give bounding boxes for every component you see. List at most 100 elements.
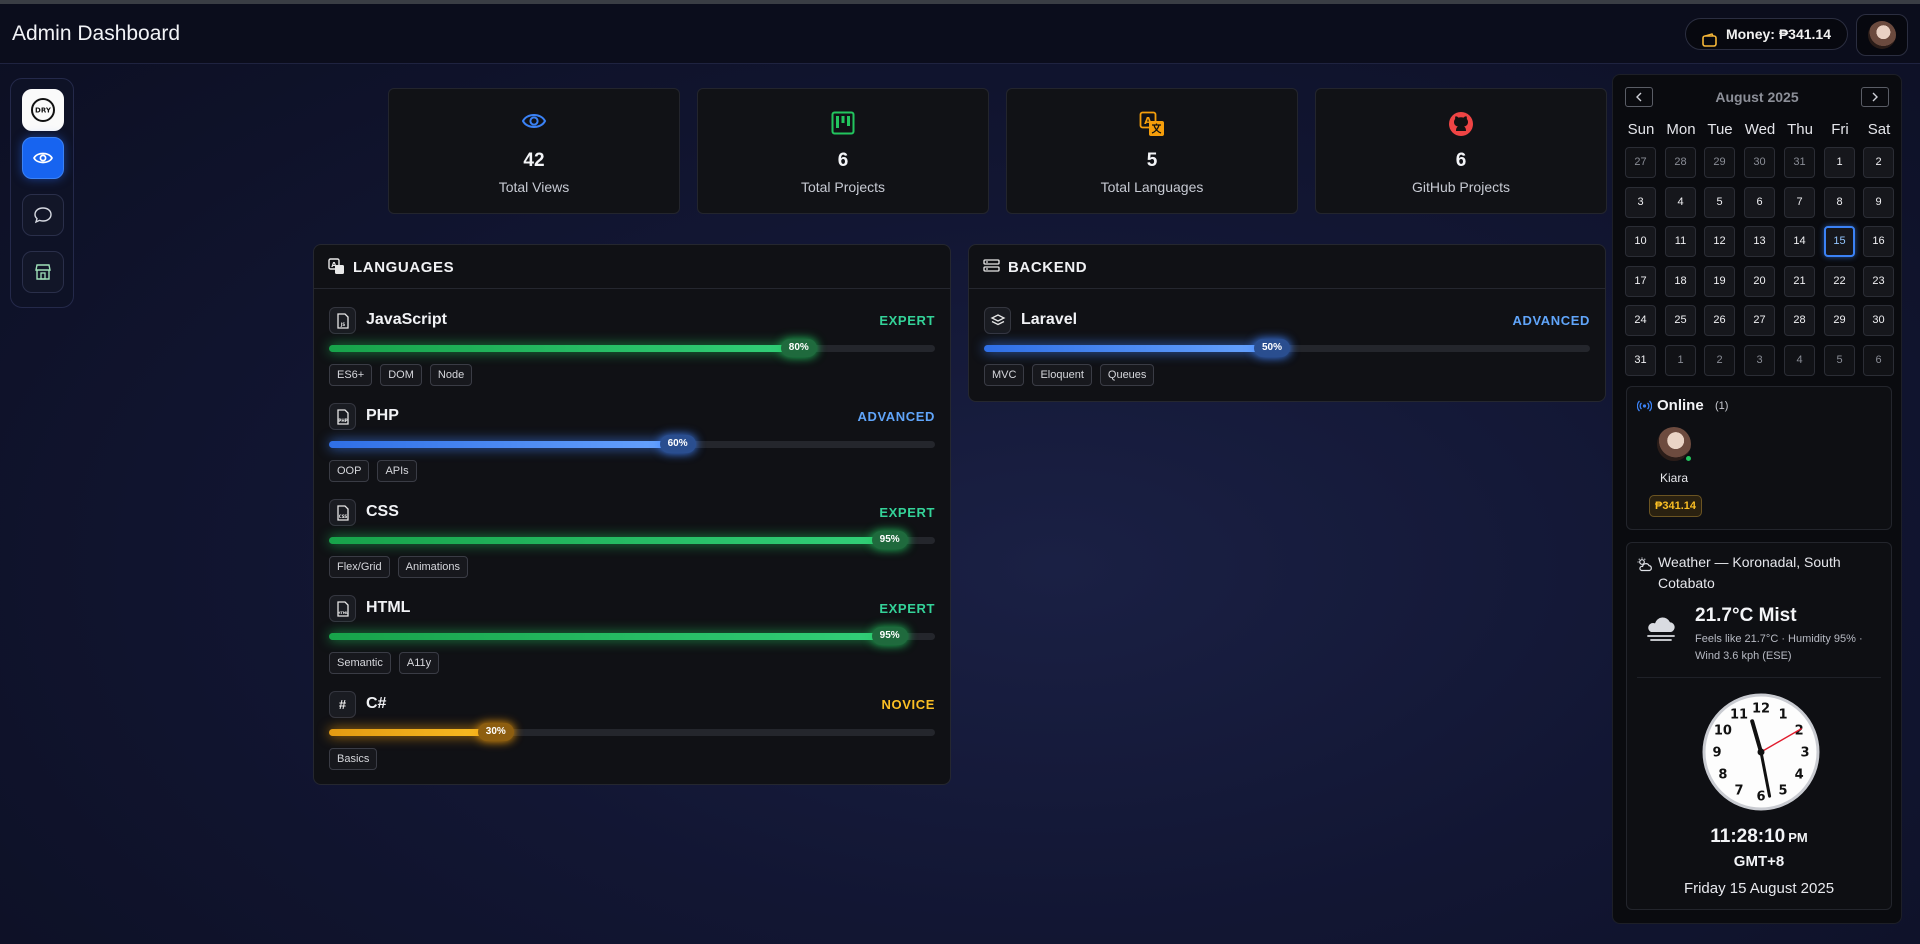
calendar-day[interactable]: 13 — [1744, 226, 1775, 257]
calendar-day[interactable]: 28 — [1665, 147, 1696, 178]
calendar-day[interactable]: 29 — [1704, 147, 1735, 178]
calendar-day[interactable]: 18 — [1665, 265, 1696, 297]
calendar-weekday: Tue — [1707, 121, 1733, 138]
skill-level: EXPERT — [879, 313, 935, 328]
calendar-day[interactable]: 24 — [1625, 305, 1656, 336]
calendar-day[interactable]: 27 — [1744, 305, 1775, 336]
calendar-day[interactable]: 4 — [1784, 344, 1815, 376]
languages-panel-header: A LANGUAGES — [314, 245, 950, 289]
skill-level: NOVICE — [881, 697, 935, 712]
calendar-day[interactable]: 26 — [1704, 305, 1735, 336]
calendar-day[interactable]: 8 — [1824, 186, 1855, 218]
calendar-day[interactable]: 1 — [1665, 344, 1696, 376]
page-title: Admin Dashboard — [12, 22, 181, 45]
skill-tag: DOM — [380, 364, 422, 386]
calendar-day[interactable]: 14 — [1784, 226, 1815, 257]
clock-number: 7 — [1734, 784, 1743, 799]
skill-progress-track: 95% — [329, 627, 935, 645]
calendar-weekday: Sun — [1627, 121, 1655, 138]
stat-value: 5 — [1146, 150, 1158, 171]
calendar-day[interactable]: 7 — [1784, 186, 1815, 218]
online-user-money-badge: ₱341.14 — [1649, 495, 1702, 517]
calendar-day[interactable]: 2 — [1863, 147, 1894, 178]
skill-progress-fill — [329, 345, 814, 352]
clock-number: 11 — [1730, 707, 1748, 722]
backend-panel: BACKEND Laravel ADVANCED 50% MVC Eloquen… — [968, 244, 1606, 402]
calendar-day[interactable]: 28 — [1784, 305, 1815, 336]
calendar-day[interactable]: 6 — [1744, 186, 1775, 218]
calendar-day[interactable]: 3 — [1625, 186, 1656, 218]
skill-tag: OOP — [329, 460, 370, 482]
skill-php: PHP PHP ADVANCED 60% OOP APIs — [329, 403, 935, 495]
calendar-day[interactable]: 21 — [1784, 265, 1815, 297]
cloud-sun-icon — [1637, 557, 1653, 577]
eye-icon — [33, 152, 53, 164]
sidebar-item-store[interactable] — [22, 251, 64, 293]
calendar-day[interactable]: 10 — [1625, 226, 1656, 257]
sidebar-logo[interactable]: DRY — [22, 89, 64, 131]
calendar-day[interactable]: 15 — [1824, 226, 1855, 257]
translate-icon: A — [328, 258, 345, 280]
skill-progress-fill — [329, 537, 905, 544]
clock-number: 2 — [1795, 724, 1804, 739]
profile-avatar-button[interactable] — [1856, 14, 1908, 56]
calendar-day[interactable]: 22 — [1824, 265, 1855, 297]
calendar-day[interactable]: 3 — [1744, 344, 1775, 376]
stat-label: Total Languages — [1100, 179, 1204, 195]
skill-tag: Eloquent — [1032, 364, 1092, 386]
calendar-day[interactable]: 5 — [1704, 186, 1735, 218]
backend-panel-header: BACKEND — [969, 245, 1605, 289]
svg-text:HTML: HTML — [337, 611, 349, 615]
calendar-day[interactable]: 30 — [1863, 305, 1894, 336]
translate-icon: A — [1139, 111, 1164, 136]
calendar-day[interactable]: 1 — [1824, 147, 1855, 178]
calendar-day[interactable]: 29 — [1824, 305, 1855, 336]
skill-name: C# — [366, 695, 387, 712]
skill-tag: APIs — [377, 460, 417, 482]
stat-label: Total Views — [498, 179, 570, 195]
calendar-day[interactable]: 16 — [1863, 226, 1894, 257]
skill-progress-percent: 80% — [780, 339, 817, 357]
skill-tags: ES6+ DOM Node — [329, 364, 473, 386]
skill-name: HTML — [366, 599, 411, 616]
calendar-day[interactable]: 17 — [1625, 265, 1656, 297]
clock-number: 3 — [1800, 746, 1809, 761]
calendar-day[interactable]: 5 — [1824, 344, 1855, 376]
svg-text:DRY: DRY — [35, 107, 52, 115]
calendar-day[interactable]: 19 — [1704, 265, 1735, 297]
calendar-day[interactable]: 11 — [1665, 226, 1696, 257]
clock-number: 10 — [1714, 724, 1732, 739]
right-sidebar: August 2025 Sun Mon Tue Wed Thu Fri Sat 27 28 29 3… — [1612, 74, 1902, 924]
online-title: Online — [1657, 397, 1704, 414]
money-badge[interactable]: Money: ₱341.14 — [1684, 18, 1848, 50]
file-css-icon: CSS — [329, 499, 356, 526]
calendar-day[interactable]: 31 — [1784, 147, 1815, 178]
calendar-day[interactable]: 6 — [1863, 344, 1894, 376]
calendar-day[interactable]: 9 — [1863, 186, 1894, 218]
stat-card-github: 6 GitHub Projects — [1315, 88, 1607, 214]
calendar-day[interactable]: 2 — [1704, 344, 1735, 376]
eye-icon — [521, 114, 547, 128]
calendar-day[interactable]: 31 — [1625, 344, 1656, 376]
avatar — [1868, 21, 1896, 49]
calendar-day[interactable]: 27 — [1625, 147, 1656, 178]
sidebar-item-views[interactable] — [22, 137, 64, 179]
skill-css: CSS CSS EXPERT 95% Flex/Grid Animations — [329, 499, 935, 591]
calendar-day[interactable]: 4 — [1665, 186, 1696, 218]
weather-title: Weather — Koronadal, South Cotabato — [1658, 554, 1841, 591]
calendar-day[interactable]: 12 — [1704, 226, 1735, 257]
skill-name: Laravel — [1021, 311, 1078, 328]
svg-text:PHP: PHP — [338, 418, 347, 423]
stat-value: 6 — [837, 150, 849, 171]
analog-clock: 12 12 3 45678 9 10 11 — [1702, 693, 1820, 811]
skill-level: ADVANCED — [1512, 313, 1590, 328]
github-icon — [1449, 112, 1473, 136]
calendar-day[interactable]: 20 — [1744, 265, 1775, 297]
calendar-day[interactable]: 23 — [1863, 265, 1894, 297]
calendar-day[interactable]: 25 — [1665, 305, 1696, 336]
calendar-day[interactable]: 30 — [1744, 147, 1775, 178]
calendar-next-button[interactable] — [1861, 87, 1889, 107]
sidebar-item-messages[interactable] — [22, 194, 64, 236]
broadcast-icon — [1636, 399, 1653, 418]
skill-progress-track: 80% — [329, 339, 935, 357]
